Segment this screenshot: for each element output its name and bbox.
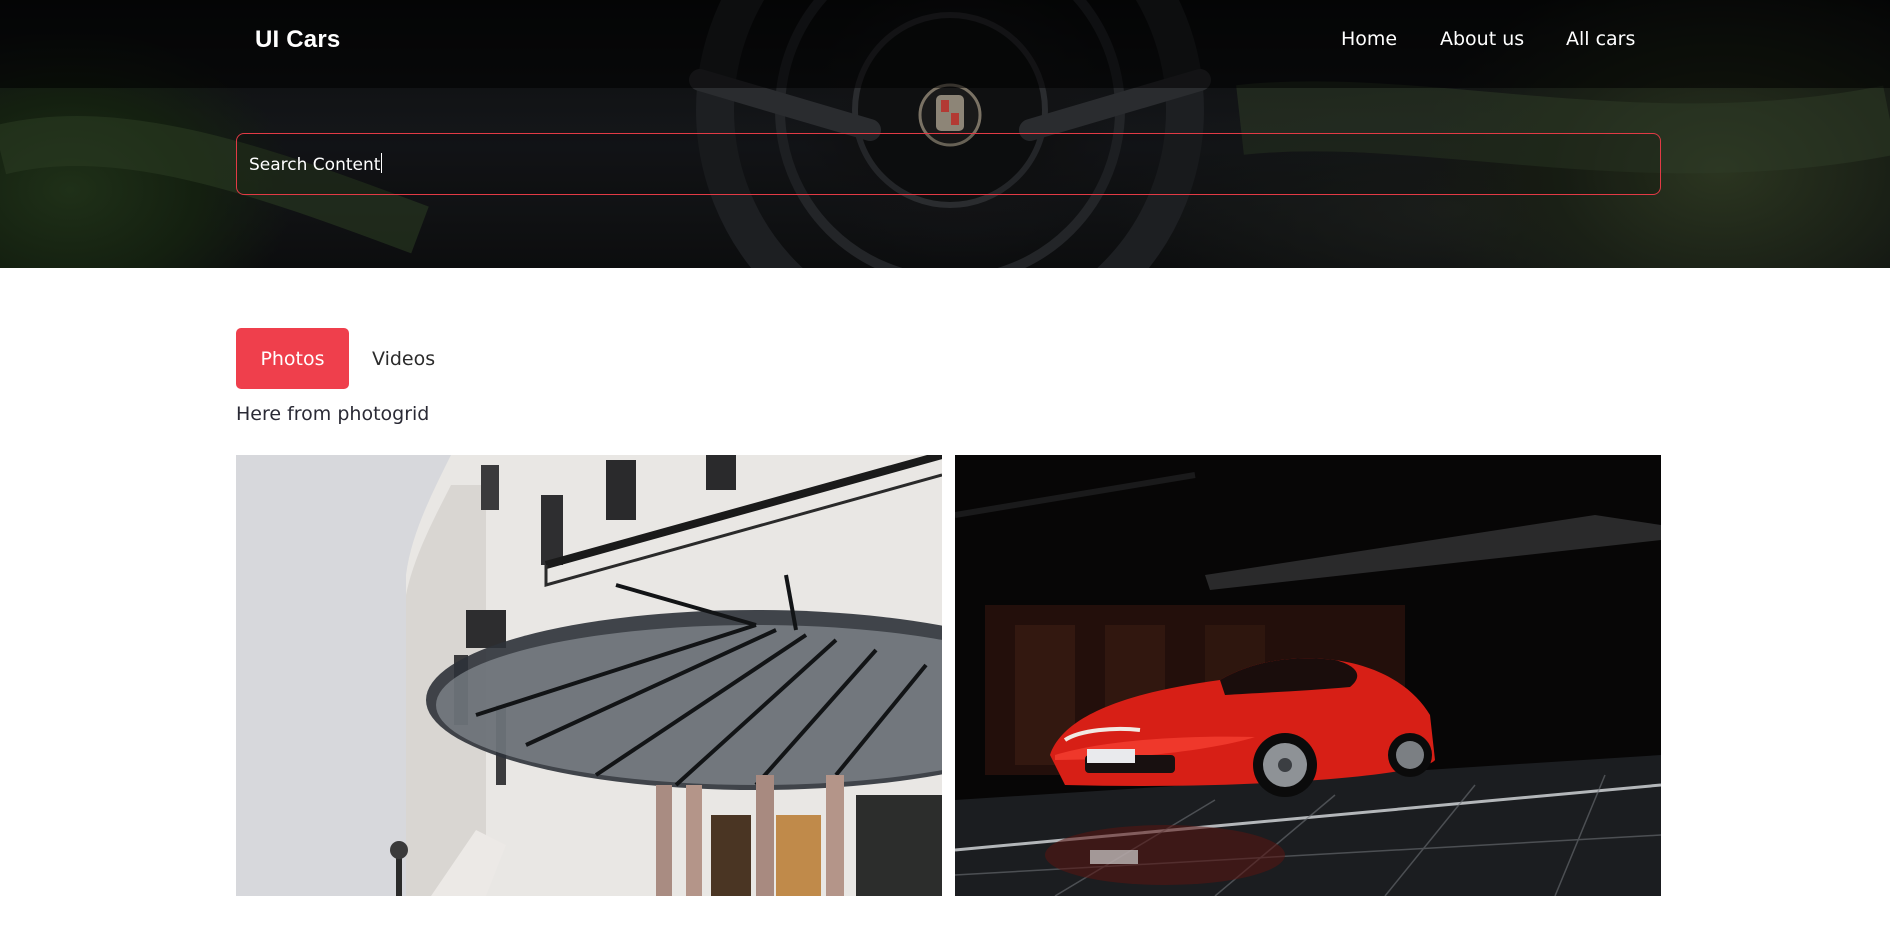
hero-banner: UI Cars Home About us All cars Search Co… [0,0,1890,268]
brand-logo[interactable]: UI Cars [255,26,340,54]
gallery-photo-hotel[interactable] [236,455,942,896]
license-plate [1087,749,1135,763]
text-caret [381,153,383,173]
tab-photos[interactable]: Photos [236,328,349,389]
nav-about-us[interactable]: About us [1440,28,1524,50]
gallery-photo-red-car[interactable] [955,455,1661,896]
search-input[interactable]: Search Content [236,133,1661,195]
nav-all-cars[interactable]: All cars [1566,28,1635,50]
nav-home[interactable]: Home [1341,28,1397,50]
red-sports-car-image [955,455,1661,896]
gallery-caption: Here from photogrid [236,403,430,425]
tab-videos[interactable]: Videos [372,328,435,389]
hotel-facade-image [236,455,942,896]
search-input-value: Search Content [249,153,383,175]
search-input-text: Search Content [249,155,381,175]
